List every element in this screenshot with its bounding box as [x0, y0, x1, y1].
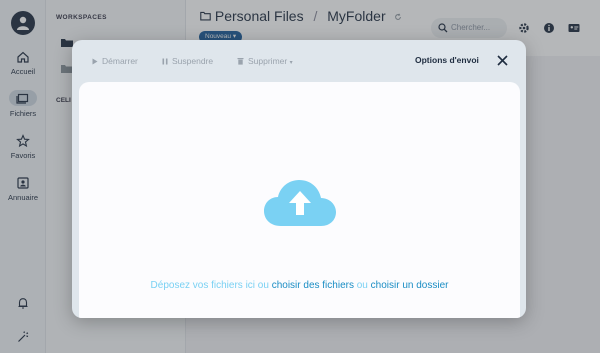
- start-button[interactable]: Démarrer: [92, 56, 138, 66]
- delete-label: Supprimer: [248, 56, 288, 66]
- dropzone[interactable]: Déposez vos fichiers ici ou choisir des …: [79, 82, 520, 318]
- upload-dialog: Démarrer Suspendre Supprimer ▾ Options d…: [72, 40, 526, 318]
- choose-files-link[interactable]: choisir des fichiers: [272, 280, 354, 291]
- dropzone-prefix: Déposez vos fichiers ici ou: [150, 280, 269, 291]
- pause-icon: [162, 58, 168, 65]
- delete-button[interactable]: Supprimer ▾: [237, 56, 293, 66]
- upload-toolbar: Démarrer Suspendre Supprimer ▾ Options d…: [72, 40, 526, 82]
- close-icon[interactable]: [496, 54, 509, 67]
- trash-icon: [237, 58, 244, 65]
- dropzone-or: ou: [356, 280, 368, 291]
- choose-folder-link[interactable]: choisir un dossier: [371, 280, 449, 291]
- pause-label: Suspendre: [172, 56, 214, 66]
- dropzone-text: Déposez vos fichiers ici ou choisir des …: [79, 280, 520, 291]
- chevron-down-icon: ▾: [289, 60, 293, 66]
- start-label: Démarrer: [102, 56, 138, 66]
- pause-button[interactable]: Suspendre: [162, 56, 213, 66]
- upload-options-button[interactable]: Options d'envoi: [415, 55, 479, 65]
- cloud-upload-icon: [264, 180, 336, 226]
- play-icon: [92, 58, 98, 65]
